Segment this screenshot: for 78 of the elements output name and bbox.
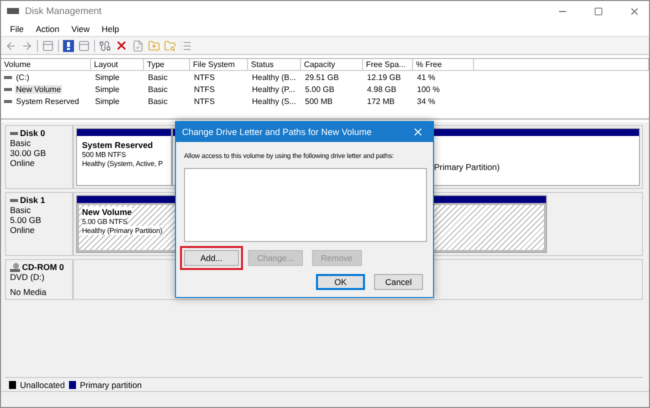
disk-info: DVD (D:) bbox=[10, 272, 46, 282]
volume-icon bbox=[4, 88, 12, 90]
disk-name: Disk 1 bbox=[10, 195, 68, 205]
menu-item[interactable]: Action bbox=[30, 24, 64, 34]
partition-name: New Volume bbox=[82, 207, 132, 217]
delete-icon[interactable] bbox=[115, 39, 128, 52]
partition-name: System Reserved bbox=[82, 140, 153, 150]
cd-drive-icon bbox=[10, 262, 20, 272]
column-header[interactable]: Capacity bbox=[301, 59, 363, 71]
table-cell: Simple bbox=[94, 96, 120, 106]
disk-info: 5.00 GB bbox=[10, 215, 42, 225]
table-cell: 100 % bbox=[416, 84, 441, 94]
close-icon[interactable] bbox=[628, 6, 640, 16]
table-cell: Healthy (P... bbox=[251, 84, 296, 94]
table-cell: 12.19 GB bbox=[366, 72, 402, 82]
dialog-title: Change Drive Letter and Paths for New Volume bbox=[182, 127, 373, 137]
disk-info: Online bbox=[10, 225, 36, 235]
help-icon[interactable] bbox=[63, 40, 74, 52]
disk-info: Basic bbox=[10, 205, 32, 215]
column-header[interactable]: Status bbox=[248, 59, 301, 71]
disk-label-panel[interactable]: Disk 1 Basic 5.00 GB Online bbox=[5, 192, 73, 256]
paths-list[interactable] bbox=[184, 168, 427, 242]
forward-icon[interactable] bbox=[21, 40, 33, 52]
column-header[interactable]: Volume bbox=[1, 59, 91, 71]
table-cell: 34 % bbox=[416, 96, 436, 106]
table-cell: Basic bbox=[147, 72, 169, 82]
column-header[interactable]: Type bbox=[144, 59, 190, 71]
column-header[interactable]: % Free bbox=[413, 59, 474, 71]
window-title: Disk Management bbox=[25, 6, 103, 16]
disk-name: CD-ROM 0 bbox=[10, 262, 68, 272]
document-check-icon[interactable] bbox=[132, 40, 144, 52]
table-cell: NTFS bbox=[193, 96, 216, 106]
connect-icon[interactable] bbox=[99, 40, 111, 52]
action-button[interactable]: Add... bbox=[184, 250, 239, 266]
disk-label-panel[interactable]: Disk 0 Basic 30.00 GB Online bbox=[5, 125, 73, 189]
volume-icon bbox=[4, 100, 12, 102]
table-cell: 41 % bbox=[416, 72, 436, 82]
column-header[interactable]: File System bbox=[190, 59, 248, 71]
column-header[interactable]: Free Spa... bbox=[363, 59, 413, 71]
panel-icon[interactable] bbox=[42, 40, 54, 52]
folder-search-icon[interactable] bbox=[164, 40, 176, 52]
table-cell: 5.00 GB bbox=[304, 84, 336, 94]
legend-label: Primary partition bbox=[80, 380, 142, 390]
disk-info: Basic bbox=[10, 138, 32, 148]
disk-label-panel[interactable]: CD-ROM 0 DVD (D:) No Media bbox=[5, 259, 73, 300]
table-cell: 500 MB bbox=[304, 96, 334, 106]
table-cell: 172 MB bbox=[366, 96, 396, 106]
table-cell[interactable]: New Volume bbox=[15, 84, 62, 94]
table-cell: NTFS bbox=[193, 72, 216, 82]
table-cell[interactable]: System Reserved bbox=[15, 96, 80, 106]
table-cell: Healthy (S... bbox=[251, 96, 298, 106]
partition-status: Primary Partition) bbox=[434, 162, 500, 172]
table-cell[interactable]: (C:) bbox=[15, 72, 30, 82]
legend-label: Unallocated bbox=[20, 380, 65, 390]
disk-info: 30.00 GB bbox=[10, 148, 47, 158]
menu-item[interactable]: File bbox=[5, 24, 29, 34]
disk-name: Disk 0 bbox=[10, 128, 68, 138]
table-cell: Basic bbox=[147, 96, 169, 106]
table-cell: 4.98 GB bbox=[366, 84, 398, 94]
table-cell: Simple bbox=[94, 84, 120, 94]
table-cell: NTFS bbox=[193, 84, 216, 94]
panel-icon[interactable] bbox=[78, 40, 90, 52]
table-cell: Basic bbox=[147, 84, 169, 94]
table-cell: Healthy (B... bbox=[251, 72, 298, 82]
dialog-button[interactable]: OK bbox=[316, 274, 365, 290]
menu-item[interactable]: Help bbox=[96, 24, 124, 34]
disk-info: No Media bbox=[10, 287, 48, 297]
column-header[interactable]: Layout bbox=[91, 59, 144, 71]
disk-info: Online bbox=[10, 158, 36, 168]
close-icon[interactable] bbox=[412, 126, 424, 138]
dialog-button[interactable]: Cancel bbox=[374, 274, 423, 290]
maximize-icon[interactable] bbox=[594, 6, 602, 16]
menu-item[interactable]: View bbox=[66, 24, 95, 34]
back-icon[interactable] bbox=[5, 40, 17, 52]
table-cell: 29.51 GB bbox=[304, 72, 340, 82]
volume-icon bbox=[4, 76, 12, 78]
folder-up-icon[interactable] bbox=[148, 40, 160, 52]
table-cell: Simple bbox=[94, 72, 120, 82]
